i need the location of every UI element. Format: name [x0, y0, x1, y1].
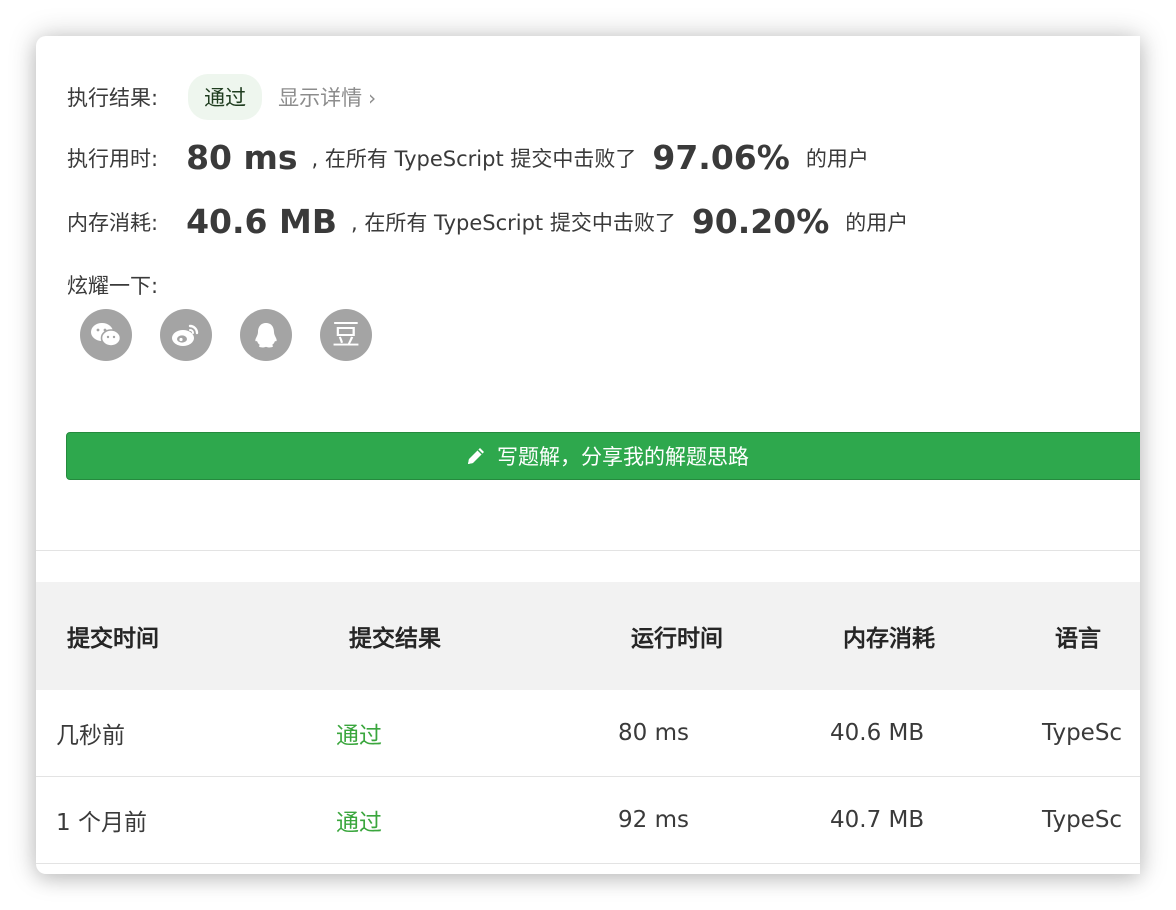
share-wechat-button[interactable] — [80, 309, 132, 361]
wechat-icon — [91, 323, 122, 347]
share-qq-button[interactable] — [240, 309, 292, 361]
runtime-value: 80 ms — [186, 138, 298, 177]
table-row[interactable]: 几秒前 通过 80 ms 40.6 MB TypeSc — [36, 690, 1140, 777]
share-label-row: 炫耀一下: — [67, 270, 158, 300]
header-runtime: 运行时间 — [631, 626, 723, 652]
cell-result-link[interactable]: 通过 — [336, 716, 382, 750]
write-solution-button[interactable]: 写题解，分享我的解题思路 — [66, 432, 1140, 480]
pencil-icon — [468, 448, 484, 464]
cell-submit-time: 几秒前 — [56, 723, 125, 749]
runtime-percent: 97.06% — [652, 138, 790, 177]
status-badge: 通过 — [188, 74, 263, 120]
runtime-row: 执行用时: 80 ms , 在所有 TypeScript 提交中击败了 97.0… — [67, 138, 869, 177]
memory-suffix: 的用户 — [845, 210, 909, 235]
qq-icon — [255, 323, 277, 348]
header-submit-time: 提交时间 — [67, 626, 159, 652]
write-solution-label: 写题解，分享我的解题思路 — [497, 445, 749, 469]
memory-label: 内存消耗: — [67, 210, 159, 235]
cell-submit-time: 1 个月前 — [56, 810, 147, 836]
weibo-icon — [172, 324, 199, 346]
memory-row: 内存消耗: 40.6 MB , 在所有 TypeScript 提交中击败了 90… — [67, 202, 908, 241]
result-row: 执行结果: 通过 显示详情 › — [67, 74, 376, 120]
cell-language: TypeSc — [1042, 720, 1123, 746]
cell-memory: 40.7 MB — [830, 807, 925, 833]
runtime-beat-text: , 在所有 TypeScript 提交中击败了 — [311, 146, 637, 171]
submission-result-card: 执行结果: 通过 显示详情 › 执行用时: 80 ms , 在所有 TypeScr… — [36, 36, 1140, 874]
header-language: 语言 — [1055, 626, 1101, 652]
chevron-right-icon: › — [368, 86, 377, 110]
header-memory: 内存消耗 — [843, 626, 935, 652]
cell-memory: 40.6 MB — [830, 720, 925, 746]
share-douban-button[interactable]: 豆 — [320, 309, 372, 361]
show-details-link[interactable]: 显示详情 › — [278, 82, 376, 112]
cell-result-link[interactable]: 通过 — [336, 803, 382, 837]
section-divider — [36, 550, 1140, 551]
runtime-label: 执行用时: — [67, 146, 159, 171]
cell-runtime: 92 ms — [618, 807, 689, 833]
table-row[interactable]: 1 个月前 通过 92 ms 40.7 MB TypeSc — [36, 777, 1140, 864]
share-weibo-button[interactable] — [160, 309, 212, 361]
cell-language: TypeSc — [1042, 807, 1123, 833]
cell-runtime: 80 ms — [618, 720, 689, 746]
memory-percent: 90.20% — [691, 202, 830, 241]
submissions-table: 提交时间 提交结果 运行时间 内存消耗 语言 几秒前 通过 80 ms 40.6… — [36, 582, 1140, 864]
share-label: 炫耀一下: — [67, 274, 159, 298]
memory-value: 40.6 MB — [186, 202, 337, 241]
douban-icon: 豆 — [331, 318, 360, 351]
runtime-suffix: 的用户 — [805, 146, 869, 171]
share-buttons: 豆 — [80, 309, 372, 361]
memory-beat-text: , 在所有 TypeScript 提交中击败了 — [350, 210, 676, 235]
result-label: 执行结果: — [67, 86, 159, 110]
header-submit-result: 提交结果 — [349, 626, 441, 652]
table-header: 提交时间 提交结果 运行时间 内存消耗 语言 — [36, 582, 1140, 690]
show-details-label: 显示详情 — [278, 86, 363, 110]
